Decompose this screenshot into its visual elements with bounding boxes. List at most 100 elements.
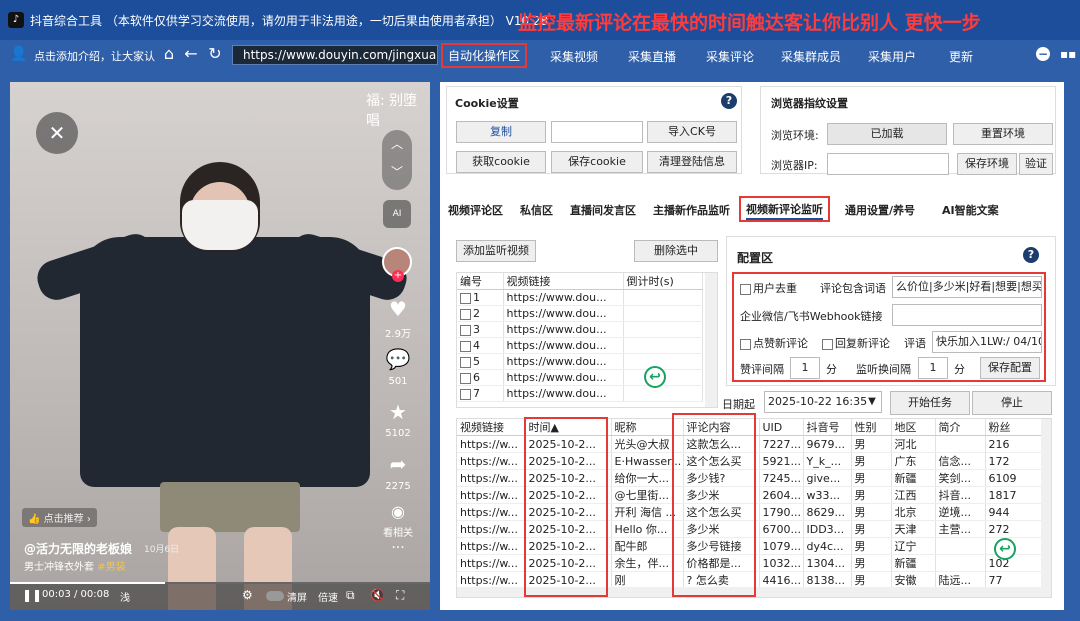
tab-update[interactable]: 更新 [949,48,973,65]
row-id[interactable]: 5 [457,353,504,370]
row-checkbox[interactable] [460,292,471,304]
tab-new-works[interactable]: 主播新作品监听 [653,202,730,218]
video-player[interactable]: ✕ 福: 别堕唱 ︿ ﹀ AI + ♥ 2.9万 💬 501 ★ 5102 ➦ 2… [10,82,430,610]
save-config-button[interactable]: 保存配置 [980,357,1040,379]
menu-grid-icon[interactable]: ▪▪ [1060,47,1076,61]
home-icon[interactable]: ⌂ [160,44,178,63]
tab-automation[interactable]: 自动化操作区 [441,43,528,68]
keyword-input[interactable]: 么价位|多少米|好看|想要|想买 [892,276,1042,298]
intro-text[interactable]: 点击添加介绍，让大家认 [34,48,155,64]
user-icon[interactable]: 👤 [10,46,27,62]
delete-selected-button[interactable]: 删除选中 [634,240,718,262]
row-id[interactable]: 2 [457,305,504,322]
ai-icon[interactable]: AI [383,200,411,228]
like-icon[interactable]: ♥ [380,297,416,321]
row-checkbox[interactable] [460,308,471,320]
reset-env-button[interactable]: 重置环境 [953,123,1053,145]
dedupe-box[interactable] [740,283,751,295]
tab-collect-group[interactable]: 采集群成员 [781,48,841,65]
cookie-input[interactable] [551,121,643,143]
clear-screen-toggle[interactable] [266,591,284,601]
col-id[interactable]: 编号 [457,273,504,290]
row-id[interactable]: 7 [457,385,504,402]
col-countdown[interactable]: 倒计时(s) [623,273,703,290]
dedupe-checkbox[interactable]: 用户去重 [740,280,797,296]
get-cookie-button[interactable]: 获取cookie [456,151,546,173]
list-item[interactable]: 1 https://www.dou... [457,289,703,306]
settings-icon[interactable]: ⚙ [242,588,253,602]
results-col-0[interactable]: 视频链接 [457,419,526,436]
tab-live-chat[interactable]: 直播间发言区 [570,202,636,218]
pip-icon[interactable]: ⧉ [346,588,355,603]
results-col-4[interactable]: UID [759,419,804,436]
fullscreen-icon[interactable]: ⛶ [396,588,404,603]
dropdown-chevron-icon[interactable]: ▼ [864,393,880,411]
save-env-button[interactable]: 保存环境 [957,153,1017,175]
results-vscrollbar[interactable] [1041,419,1051,587]
refresh-icon[interactable]: ↻ [206,44,224,63]
copy-button[interactable]: 复制 [456,121,546,143]
close-icon[interactable]: ✕ [36,112,78,154]
results-col-6[interactable]: 性别 [851,419,892,436]
tab-collect-users[interactable]: 采集用户 [868,48,916,65]
config-help-icon[interactable]: ? [1023,247,1039,263]
follow-plus-icon[interactable]: + [392,270,404,282]
col-url[interactable]: 视频链接 [503,273,624,290]
import-ck-button[interactable]: 导入CK号 [647,121,737,143]
list-item[interactable]: 2 https://www.dou... [457,305,703,322]
results-col-8[interactable]: 简介 [935,419,986,436]
start-task-button[interactable]: 开始任务 [890,391,970,415]
related-label[interactable]: 看相关 [376,524,420,539]
url-bar[interactable]: https://www.douyin.com/jingxuan [232,45,438,65]
progress-bar[interactable] [10,582,430,584]
row-checkbox[interactable] [460,324,471,336]
minimize-icon[interactable]: − [1036,47,1050,61]
row-id[interactable]: 3 [457,321,504,338]
mute-icon[interactable]: 🔇 [370,588,385,602]
pause-icon[interactable]: ❚❚ [22,588,42,602]
row-id[interactable]: 4 [457,337,504,354]
row-checkbox[interactable] [460,340,471,352]
add-monitor-button[interactable]: 添加监听视频 [456,240,536,262]
comment-icon[interactable]: 💬 [380,347,416,371]
prev-next-icon[interactable]: ︿ ﹀ [382,130,412,190]
stop-button[interactable]: 停止 [972,391,1052,415]
verify-button[interactable]: 验证 [1019,153,1053,175]
speed-label[interactable]: 倍速 [318,589,338,604]
list-item[interactable]: 4 https://www.dou... [457,337,703,354]
tab-collect-video[interactable]: 采集视频 [550,48,598,65]
help-icon[interactable]: ? [721,93,737,109]
list-item[interactable]: 5 https://www.dou... [457,353,703,370]
tab-new-comment-monitor[interactable]: 视频新评论监听 [739,196,830,222]
reply-new-box[interactable] [822,338,833,350]
results-col-9[interactable]: 粉丝 [985,419,1042,436]
share-icon[interactable]: ➦ [380,452,416,476]
ip-input[interactable] [827,153,949,175]
results-col-7[interactable]: 地区 [891,419,936,436]
reply-input[interactable]: 快乐加入1LW:/ 04/10 [932,331,1042,353]
tab-ai-copy[interactable]: AI智能文案 [942,202,999,218]
listen-input[interactable]: 1 [918,357,948,379]
row-checkbox[interactable] [460,388,471,400]
video-author[interactable]: @活力无限的老板娘 [24,540,132,557]
tab-general-settings[interactable]: 通用设置/养号 [845,202,915,218]
results-col-5[interactable]: 抖音号 [803,419,852,436]
monitor-scrollbar[interactable] [705,273,717,407]
clear-login-button[interactable]: 清理登陆信息 [647,151,737,173]
reply-new-checkbox[interactable]: 回复新评论 [822,335,890,351]
more-icon[interactable]: ··· [376,540,420,556]
recommend-button[interactable]: 👍 点击推荐 › [22,508,97,527]
list-item[interactable]: 7 https://www.dou... [457,385,703,402]
tab-video-comments[interactable]: 视频评论区 [448,202,503,218]
back-icon[interactable]: ← [182,44,200,63]
like-new-box[interactable] [740,338,751,350]
favorite-icon[interactable]: ★ [380,400,416,424]
webhook-input[interactable] [892,304,1042,326]
related-icon[interactable]: ◉ [380,502,416,521]
video-hashtag[interactable]: #男装 [97,562,125,573]
row-id[interactable]: 6 [457,369,504,386]
row-checkbox[interactable] [460,372,471,384]
list-item[interactable]: 3 https://www.dou... [457,321,703,338]
save-cookie-button[interactable]: 保存cookie [551,151,643,173]
like-new-checkbox[interactable]: 点赞新评论 [740,335,808,351]
